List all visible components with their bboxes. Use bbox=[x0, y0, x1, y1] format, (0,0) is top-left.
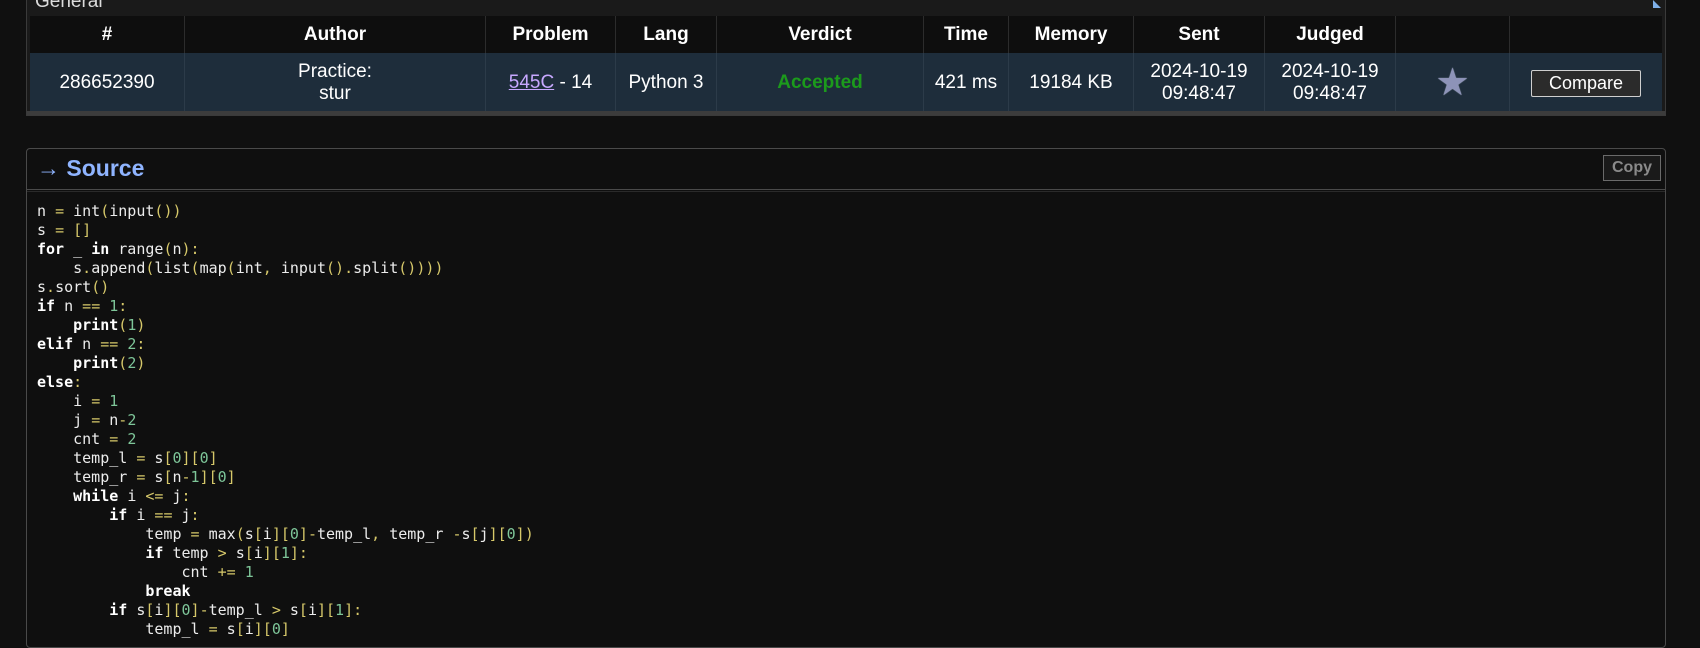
code-line: if i == j: bbox=[109, 506, 200, 524]
source-panel: → Source Copy n = int(input()) s = [] fo… bbox=[26, 148, 1666, 648]
code-line: break bbox=[145, 582, 191, 600]
submission-table: # Author Problem Lang Verdict Time Memor… bbox=[30, 16, 1662, 113]
problem-cell: 545C - 14 bbox=[485, 53, 616, 113]
col-header-verdict: Verdict bbox=[716, 16, 924, 53]
general-panel: General # Author Problem Lang Verdict Ti… bbox=[26, 0, 1666, 116]
code-line: temp_r = s[n-1][0] bbox=[73, 468, 236, 486]
code-line: s = [] bbox=[37, 221, 92, 239]
col-header-sent: Sent bbox=[1133, 16, 1265, 53]
corner-arrow-icon[interactable] bbox=[1653, 0, 1661, 8]
problem-test-suffix: - 14 bbox=[554, 72, 593, 93]
col-header-memory: Memory bbox=[1008, 16, 1134, 53]
col-header-author: Author bbox=[184, 16, 486, 53]
author-cell: Practice: stur bbox=[184, 53, 486, 113]
code-area[interactable]: n = int(input()) s = [] for _ in range(n… bbox=[27, 191, 1665, 647]
table-row: 286652390 Practice: stur 545C - 14 Pytho… bbox=[30, 53, 1662, 113]
memory-cell: 19184 KB bbox=[1008, 53, 1134, 113]
code-line: print(2) bbox=[73, 354, 146, 372]
favorite-cell: ★ bbox=[1395, 53, 1510, 113]
general-panel-title: General bbox=[35, 0, 103, 12]
author-handle[interactable]: stur bbox=[185, 83, 485, 105]
code-line: temp = max(s[i][0]-temp_l, temp_r -s[j][… bbox=[145, 525, 534, 543]
author-practice-label: Practice: bbox=[298, 61, 372, 82]
copy-button[interactable]: Copy bbox=[1603, 155, 1661, 181]
code-line: elif n == 2: bbox=[37, 335, 146, 353]
sent-time: 09:48:47 bbox=[1162, 83, 1236, 104]
sent-date: 2024-10-19 bbox=[1150, 61, 1248, 82]
problem-link[interactable]: 545C bbox=[509, 72, 554, 93]
code-line: s.sort() bbox=[37, 278, 110, 296]
verdict-accepted: Accepted bbox=[777, 72, 863, 93]
col-header-lang: Lang bbox=[615, 16, 717, 53]
col-header-judged: Judged bbox=[1264, 16, 1396, 53]
source-header: → Source Copy bbox=[27, 149, 1665, 190]
code-line: print(1) bbox=[73, 316, 146, 334]
lang-cell: Python 3 bbox=[615, 53, 717, 113]
code-line: if n == 1: bbox=[37, 297, 128, 315]
judged-date: 2024-10-19 bbox=[1281, 61, 1379, 82]
col-header-favorite bbox=[1395, 16, 1510, 53]
code-line: else: bbox=[37, 373, 83, 391]
verdict-cell: Accepted bbox=[716, 53, 924, 113]
col-header-problem: Problem bbox=[485, 16, 616, 53]
code-line: while i <= j: bbox=[73, 487, 191, 505]
col-header-time: Time bbox=[923, 16, 1009, 53]
code-line: if temp > s[i][1]: bbox=[145, 544, 308, 562]
code-line: cnt += 1 bbox=[181, 563, 254, 581]
compare-button[interactable]: Compare bbox=[1531, 69, 1641, 97]
code-line: temp_l = s[0][0] bbox=[73, 449, 218, 467]
code-line: n = int(input()) bbox=[37, 202, 182, 220]
code-line: j = n-2 bbox=[73, 411, 137, 429]
source-code[interactable]: n = int(input()) s = [] for _ in range(n… bbox=[37, 202, 1655, 639]
col-header-id: # bbox=[30, 16, 185, 53]
code-line: for _ in range(n): bbox=[37, 240, 200, 258]
star-icon[interactable]: ★ bbox=[1435, 64, 1469, 102]
code-line: cnt = 2 bbox=[73, 430, 137, 448]
col-header-compare bbox=[1509, 16, 1662, 53]
judged-cell: 2024-10-19 09:48:47 bbox=[1264, 53, 1396, 113]
sent-cell: 2024-10-19 09:48:47 bbox=[1133, 53, 1265, 113]
time-cell: 421 ms bbox=[923, 53, 1009, 113]
submission-id: 286652390 bbox=[30, 53, 185, 113]
code-line: temp_l = s[i][0] bbox=[145, 620, 290, 638]
code-line: if s[i][0]-temp_l > s[i][1]: bbox=[109, 601, 363, 619]
judged-time: 09:48:47 bbox=[1293, 83, 1367, 104]
compare-cell: Compare bbox=[1509, 53, 1662, 113]
source-title: → Source bbox=[37, 155, 145, 181]
code-line: i = 1 bbox=[73, 392, 119, 410]
code-line: s.append(list(map(int, input().split()))… bbox=[73, 259, 444, 277]
panel-bottom-edge bbox=[27, 111, 1665, 115]
table-header-row: # Author Problem Lang Verdict Time Memor… bbox=[30, 16, 1662, 53]
